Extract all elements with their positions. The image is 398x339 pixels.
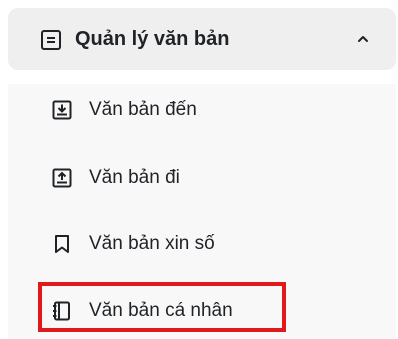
document-icon xyxy=(40,29,62,51)
inbox-download-icon xyxy=(52,100,72,120)
chevron-up-icon[interactable] xyxy=(356,32,370,46)
submenu-item-label: Văn bản đi xyxy=(89,167,180,188)
notebook-icon xyxy=(52,301,72,321)
submenu-item-personal-documents[interactable]: Văn bản cá nhân xyxy=(8,287,388,335)
bookmark-icon xyxy=(52,234,72,254)
menu-group-label: Quản lý văn bản xyxy=(75,28,230,50)
submenu-item-outgoing-documents[interactable]: Văn bản đi xyxy=(8,154,388,202)
submenu-item-number-request-documents[interactable]: Văn bản xin số xyxy=(8,220,388,268)
submenu-item-label: Văn bản đến xyxy=(89,99,197,120)
submenu-item-label: Văn bản cá nhân xyxy=(89,300,233,321)
outbox-upload-icon xyxy=(52,168,72,188)
document-management-menu: Quản lý văn bản Văn bản đến Văn bản đi V… xyxy=(0,0,398,339)
submenu-item-incoming-documents[interactable]: Văn bản đến xyxy=(8,86,388,134)
submenu-item-label: Văn bản xin số xyxy=(89,233,215,254)
menu-group-header[interactable]: Quản lý văn bản xyxy=(8,8,396,70)
